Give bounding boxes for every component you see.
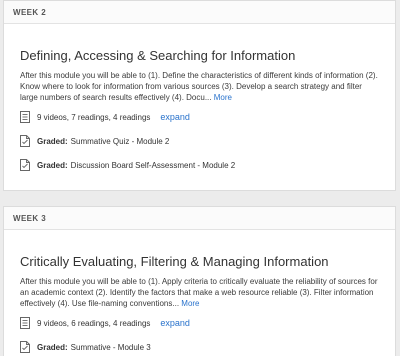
more-link[interactable]: More xyxy=(214,93,232,102)
expand-link[interactable]: expand xyxy=(160,318,190,328)
graded-title: Discussion Board Self-Assessment - Modul… xyxy=(70,160,236,170)
week-card: WEEK 2 Defining, Accessing & Searching f… xyxy=(3,0,396,191)
graded-item[interactable]: Graded: Summative - Module 3 xyxy=(20,340,379,354)
module-title: Defining, Accessing & Searching for Info… xyxy=(20,48,296,63)
stats-text: 9 videos, 7 readings, 4 readings xyxy=(37,112,151,122)
week-label: WEEK 2 xyxy=(4,1,395,24)
graded-item[interactable]: Graded: Summative Quiz - Module 2 xyxy=(20,134,379,148)
week-card: WEEK 3 Critically Evaluating, Filtering … xyxy=(3,206,396,356)
document-list-icon xyxy=(20,317,30,329)
graded-page-icon xyxy=(20,341,30,353)
module-body: Critically Evaluating, Filtering & Manag… xyxy=(4,254,395,354)
graded-prefix: Graded: xyxy=(37,160,68,170)
module-stats: 9 videos, 7 readings, 4 readings expand xyxy=(20,110,379,124)
module-stats: 9 videos, 6 readings, 4 readings expand xyxy=(20,316,379,330)
graded-title: Summative Quiz - Module 2 xyxy=(70,136,170,146)
expand-link[interactable]: expand xyxy=(160,112,190,122)
graded-title: Summative - Module 3 xyxy=(70,342,151,352)
week-label: WEEK 3 xyxy=(4,207,395,230)
module-description: After this module you will be able to (1… xyxy=(20,276,379,309)
graded-page-icon xyxy=(20,159,30,171)
page: WEEK 2 Defining, Accessing & Searching f… xyxy=(0,0,400,356)
module-title: Critically Evaluating, Filtering & Manag… xyxy=(20,254,329,269)
graded-page-icon xyxy=(20,135,30,147)
module-description: After this module you will be able to (1… xyxy=(20,70,379,103)
more-link[interactable]: More xyxy=(181,299,199,308)
document-list-icon xyxy=(20,111,30,123)
graded-prefix: Graded: xyxy=(37,342,68,352)
module-body: Defining, Accessing & Searching for Info… xyxy=(4,48,395,172)
graded-prefix: Graded: xyxy=(37,136,68,146)
graded-item[interactable]: Graded: Discussion Board Self-Assessment… xyxy=(20,158,379,172)
stats-text: 9 videos, 6 readings, 4 readings xyxy=(37,318,151,328)
module-description-text: After this module you will be able to (1… xyxy=(20,71,378,102)
